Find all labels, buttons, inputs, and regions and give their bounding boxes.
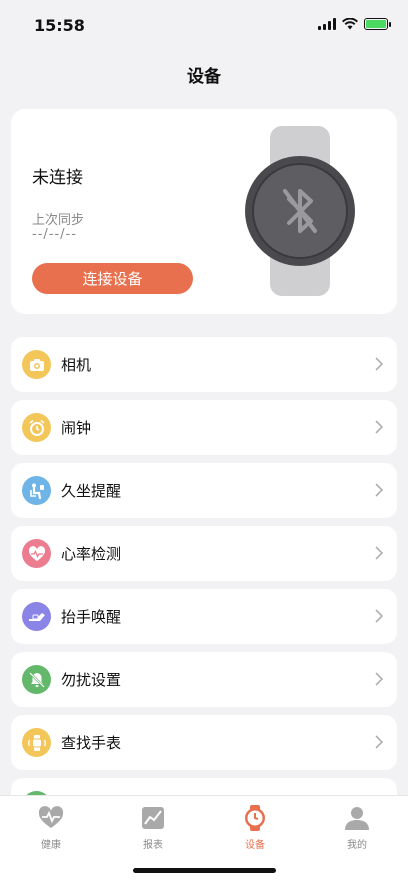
chevron-right-icon bbox=[375, 609, 384, 623]
chart-icon bbox=[142, 807, 164, 829]
tab-label: 报表 bbox=[143, 840, 163, 851]
last-sync-value: --/--/-- bbox=[32, 227, 77, 242]
connect-device-button[interactable]: 连接设备 bbox=[32, 263, 193, 294]
menu-item-alarm[interactable]: 闹钟 bbox=[11, 400, 397, 455]
menu-item-sedentary-reminder[interactable]: 久坐提醒 bbox=[11, 463, 397, 518]
tab-device[interactable]: 设备 bbox=[204, 802, 306, 852]
menu-item-raise-to-wake[interactable]: 抬手唤醒 bbox=[11, 589, 397, 644]
home-indicator[interactable] bbox=[133, 868, 276, 873]
settings-menu: 相机 闹钟 久坐提醒 心率检测 抬手唤醒 勿扰设置 查找手表 bbox=[11, 337, 397, 841]
menu-item-do-not-disturb[interactable]: 勿扰设置 bbox=[11, 652, 397, 707]
chevron-right-icon bbox=[375, 357, 384, 371]
status-bar: 15:58 bbox=[0, 0, 408, 50]
find-watch-icon bbox=[22, 728, 51, 757]
status-icons bbox=[318, 18, 391, 30]
alarm-clock-icon bbox=[22, 413, 51, 442]
watch-icon bbox=[245, 805, 265, 831]
profile-icon bbox=[345, 807, 369, 830]
chevron-right-icon bbox=[375, 483, 384, 497]
heart-pulse-icon bbox=[38, 806, 64, 828]
wifi-icon bbox=[342, 18, 358, 30]
menu-item-label: 勿扰设置 bbox=[61, 671, 122, 689]
menu-item-camera[interactable]: 相机 bbox=[11, 337, 397, 392]
battery-charging-icon bbox=[364, 18, 391, 30]
camera-icon bbox=[22, 350, 51, 379]
heart-rate-icon bbox=[22, 539, 51, 568]
connection-status: 未连接 bbox=[32, 168, 83, 188]
menu-item-label: 查找手表 bbox=[61, 734, 122, 752]
menu-item-label: 相机 bbox=[61, 356, 92, 374]
chevron-right-icon bbox=[375, 546, 384, 560]
do-not-disturb-icon bbox=[22, 665, 51, 694]
tab-profile[interactable]: 我的 bbox=[306, 802, 408, 852]
menu-item-label: 抬手唤醒 bbox=[61, 608, 122, 626]
menu-item-heart-rate[interactable]: 心率检测 bbox=[11, 526, 397, 581]
chevron-right-icon bbox=[375, 420, 384, 434]
device-card: 未连接 上次同步 --/--/-- 连接设备 bbox=[11, 109, 397, 314]
page-title: 设备 bbox=[187, 67, 221, 87]
chevron-right-icon bbox=[375, 672, 384, 686]
raise-hand-icon bbox=[22, 602, 51, 631]
sedentary-icon bbox=[22, 476, 51, 505]
chevron-right-icon bbox=[375, 735, 384, 749]
tab-label: 健康 bbox=[41, 840, 61, 851]
menu-item-label: 心率检测 bbox=[61, 545, 122, 563]
status-time: 15:58 bbox=[34, 16, 85, 35]
menu-item-find-watch[interactable]: 查找手表 bbox=[11, 715, 397, 770]
tab-label: 我的 bbox=[347, 840, 367, 851]
tab-reports[interactable]: 报表 bbox=[102, 802, 204, 852]
cellular-signal-icon bbox=[318, 18, 336, 30]
menu-item-label: 久坐提醒 bbox=[61, 482, 122, 500]
tab-label: 设备 bbox=[245, 840, 265, 851]
menu-item-label: 闹钟 bbox=[61, 419, 92, 437]
tab-health[interactable]: 健康 bbox=[0, 802, 102, 852]
watch-bluetooth-illustration bbox=[245, 126, 355, 296]
last-sync-label: 上次同步 bbox=[32, 213, 85, 228]
